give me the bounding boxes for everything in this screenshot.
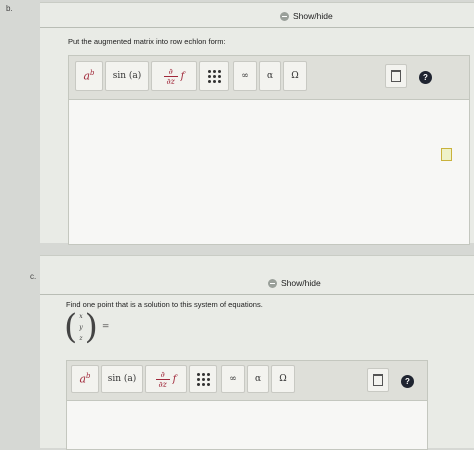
alpha-symbol: α <box>266 71 274 81</box>
omega-symbol: Ω <box>279 374 287 384</box>
alpha-symbol: α <box>254 374 262 384</box>
infinity-symbol: ∞ <box>229 374 237 384</box>
infinity-button[interactable]: ∞ <box>221 365 245 393</box>
part-b-prompt: Put the augmented matrix into row echlon… <box>68 37 226 46</box>
sin-label: sin (a) <box>107 374 137 384</box>
matrix-grid-icon <box>207 69 221 83</box>
show-hide-label: Show/hide <box>293 11 333 21</box>
superscript-button[interactable]: ab <box>71 365 99 393</box>
equals-sign: = <box>101 322 110 332</box>
derivative-num: ∂ <box>160 369 165 379</box>
sin-button[interactable]: sin (a) <box>101 365 143 393</box>
partial-derivative-button[interactable]: ∂ ∂z f <box>151 61 197 91</box>
part-b-answer-area[interactable] <box>68 99 470 245</box>
part-c-panel: Show/hide Find one point that is a solut… <box>40 255 474 450</box>
show-hide-label: Show/hide <box>281 278 321 288</box>
omega-button[interactable]: Ω <box>271 365 295 393</box>
derivative-den: ∂z <box>158 379 167 389</box>
trash-button[interactable] <box>385 64 407 88</box>
help-button[interactable]: ? <box>419 71 432 84</box>
collapse-icon <box>268 278 277 288</box>
right-paren: ) <box>84 307 98 347</box>
divider <box>40 294 474 295</box>
infinity-symbol: ∞ <box>241 71 249 81</box>
part-b-panel: Show/hide Put the augmented matrix into … <box>40 2 474 245</box>
vector-entry-y: y <box>79 323 83 331</box>
sin-label: sin (a) <box>112 71 142 81</box>
vector-entry-z: z <box>79 334 83 342</box>
vector-entry-x: x <box>79 312 83 320</box>
superscript-exp: b <box>86 372 91 381</box>
omega-symbol: Ω <box>291 71 299 81</box>
left-paren: ( <box>64 307 78 347</box>
help-button[interactable]: ? <box>401 375 414 388</box>
infinity-button[interactable]: ∞ <box>233 61 257 91</box>
alpha-button[interactable]: α <box>247 365 269 393</box>
part-b-label: b. <box>6 4 13 13</box>
omega-button[interactable]: Ω <box>283 61 307 91</box>
matrix-button[interactable] <box>189 365 217 393</box>
divider <box>40 27 474 28</box>
superscript-button[interactable]: ab <box>75 61 103 91</box>
derivative-num: ∂ <box>168 66 173 76</box>
derivative-den: ∂z <box>166 76 175 86</box>
part-b-show-hide-toggle[interactable]: Show/hide <box>280 11 333 21</box>
part-c-show-hide-toggle[interactable]: Show/hide <box>268 278 321 288</box>
derivative-fn: f <box>172 373 177 385</box>
matrix-grid-icon <box>196 372 210 386</box>
superscript-exp: b <box>90 69 95 78</box>
matrix-button[interactable] <box>199 61 229 91</box>
solution-vector: ( x y z ) = <box>64 310 109 344</box>
part-c-label: c. <box>30 272 37 281</box>
note-icon[interactable] <box>441 148 452 161</box>
part-b-math-toolbar: ab sin (a) ∂ ∂z f ∞ α Ω ? <box>68 55 470 101</box>
trash-button[interactable] <box>367 368 389 392</box>
part-c-math-toolbar: ab sin (a) ∂ ∂z f ∞ α Ω ? <box>66 360 428 402</box>
derivative-fn: f <box>180 70 185 82</box>
sin-button[interactable]: sin (a) <box>105 61 149 91</box>
part-c-answer-area[interactable] <box>66 400 428 450</box>
trash-icon <box>373 374 383 386</box>
trash-icon <box>391 70 401 82</box>
collapse-icon <box>280 11 289 21</box>
alpha-button[interactable]: α <box>259 61 281 91</box>
partial-derivative-button[interactable]: ∂ ∂z f <box>145 365 187 393</box>
